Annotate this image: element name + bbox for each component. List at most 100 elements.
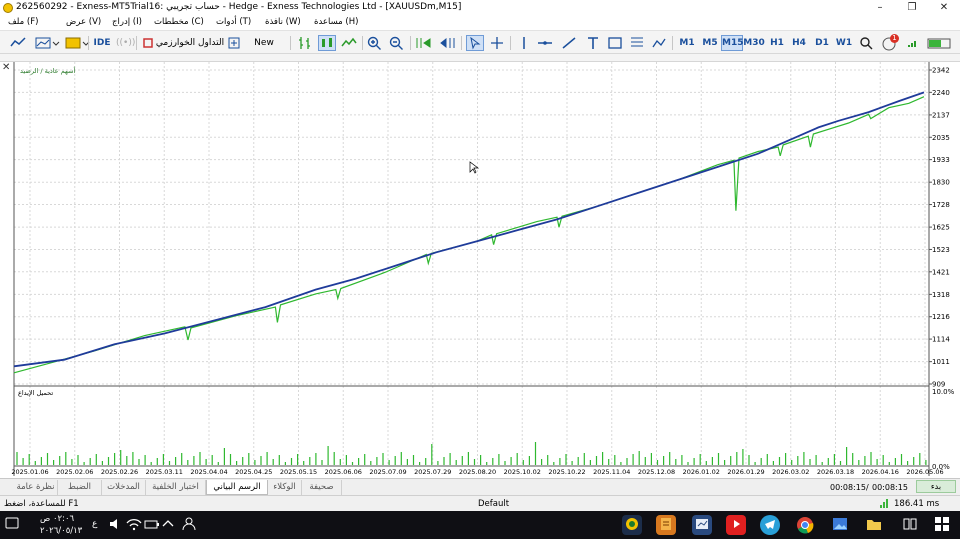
ide-button[interactable]: IDE [92, 35, 112, 51]
timeframe-h1[interactable]: H1 [766, 35, 788, 51]
x-tick-label: 2025.07.29 [414, 468, 451, 476]
x-tick-label: 2026.03.02 [772, 468, 809, 476]
volume-icon[interactable] [106, 515, 126, 535]
x-tick-label: 2025.02.26 [101, 468, 138, 476]
auto-scroll-icon[interactable] [414, 35, 434, 51]
wifi-signal-icon [906, 35, 920, 51]
cursor-icon[interactable] [466, 35, 484, 51]
candles-icon[interactable] [318, 35, 336, 51]
tester-app-icon[interactable] [692, 515, 712, 535]
line-chart-icon[interactable] [340, 35, 358, 51]
restore-button[interactable]: ❐ [896, 0, 928, 16]
clock-time[interactable]: ٠٢:٠٦ ص [40, 514, 74, 524]
crosshair-icon[interactable] [488, 35, 506, 51]
chevron-up-icon[interactable] [158, 515, 178, 535]
load-axis-max: 10.0% [932, 388, 955, 396]
chart-add-icon[interactable] [8, 35, 28, 51]
rectangle-tool-icon[interactable] [606, 35, 624, 51]
y-tick-label: 2035 [932, 134, 950, 142]
tab-settings[interactable]: الضبط [58, 480, 102, 495]
tab-backtest[interactable]: اختبار الخلفية [146, 480, 206, 495]
search-icon[interactable] [858, 35, 874, 51]
photos-app-icon[interactable] [830, 515, 850, 535]
telegram-app-icon[interactable] [760, 515, 780, 535]
x-tick-label: 2025.05.15 [280, 468, 317, 476]
chrome-app-icon[interactable] [795, 515, 815, 535]
bar-chart-icon[interactable] [296, 35, 314, 51]
signal-icon[interactable]: ((•)) [116, 35, 135, 51]
color-palette-icon[interactable] [64, 35, 90, 51]
tab-inputs[interactable]: المدخلات [102, 480, 146, 495]
menu-help[interactable]: مساعدة (H) [314, 17, 358, 27]
clock-date[interactable]: ٢٠٢٦/٠٥/١٣ [40, 526, 82, 536]
y-tick-label: 1318 [932, 291, 950, 299]
shapes-icon[interactable] [650, 35, 668, 51]
timeframe-m15[interactable]: M15 [721, 35, 743, 51]
timeframe-h4[interactable]: H4 [788, 35, 810, 51]
new-order-icon [228, 35, 240, 51]
vertical-line-icon[interactable] [516, 35, 532, 51]
horizontal-line-icon[interactable] [536, 35, 554, 51]
menu-file[interactable]: ملف (F) [8, 17, 38, 27]
timeframe-w1[interactable]: W1 [833, 35, 855, 51]
algo-trading-button[interactable]: التداول الخوارزمي [155, 35, 225, 51]
timeframe-m5[interactable]: M5 [699, 35, 721, 51]
tab-graph[interactable]: الرسم البياني [206, 480, 268, 495]
load-axis-min: 0.0% [932, 463, 950, 471]
menu-view[interactable]: عرض (V) [66, 17, 101, 27]
timeframe-m30[interactable]: M30 [743, 35, 765, 51]
time-axis: 2025.01.06 2025.02.06 2025.02.26 2025.03.11… [11, 468, 943, 476]
x-tick-label: 2025.03.11 [146, 468, 183, 476]
help-hint: للمساعدة، اضغط F1 [4, 499, 79, 509]
fibonacci-icon[interactable] [628, 35, 646, 51]
new-order-button[interactable]: New Order [241, 35, 287, 64]
tab-agents[interactable]: الوكلاء [268, 480, 302, 495]
notifications-icon[interactable] [2, 515, 22, 535]
start-button[interactable]: بدء [916, 480, 956, 493]
elapsed-time: 00:08:15 [830, 483, 866, 492]
y-tick-label: 2137 [932, 111, 950, 119]
menu-window[interactable]: نافذة (W) [265, 17, 301, 27]
profile-name[interactable]: Default [478, 499, 509, 509]
windows-start-icon[interactable] [932, 515, 952, 535]
x-tick-label: 2026.01.02 [683, 468, 720, 476]
close-button[interactable]: ✕ [928, 0, 960, 16]
trendline-icon[interactable] [560, 35, 578, 51]
tab-overview[interactable]: نظرة عامة [14, 480, 58, 495]
deposit-load-bars [16, 442, 927, 465]
x-tick-label: 2026.04.16 [862, 468, 899, 476]
chart-type-icon[interactable] [34, 35, 60, 51]
chart-legend: أسهم عادية / الرصيد [20, 66, 75, 75]
connection-status-icon [926, 35, 954, 51]
people-icon[interactable] [180, 515, 200, 535]
text-tool-icon[interactable] [584, 35, 602, 51]
status-bar: للمساعدة، اضغط F1 Default 186.41 ms [0, 495, 960, 511]
x-tick-label: 2025.11.04 [593, 468, 630, 476]
menu-tools[interactable]: أدوات (T) [216, 17, 251, 27]
task-view-icon[interactable] [900, 515, 920, 535]
x-tick-label: 2025.02.06 [56, 468, 93, 476]
sub-toolbar [0, 54, 960, 62]
zoom-out-icon[interactable] [388, 35, 406, 51]
menu-insert[interactable]: إدراج (I) [112, 17, 142, 27]
youtube-app-icon[interactable] [726, 515, 746, 535]
zoom-in-icon[interactable] [366, 35, 384, 51]
y-tick-label: 1933 [932, 156, 950, 164]
language-indicator[interactable]: ع [92, 519, 97, 529]
balance-equity-chart[interactable]: 9091011111412161318142115231625172818301… [0, 62, 960, 478]
timeframe-d1[interactable]: D1 [811, 35, 833, 51]
metaeditor-app-icon[interactable] [656, 515, 676, 535]
tab-journal[interactable]: صحيفة [302, 480, 342, 495]
network-icon[interactable] [124, 515, 144, 535]
close-chart-icon[interactable]: ✕ [2, 63, 12, 73]
file-explorer-icon[interactable] [864, 515, 884, 535]
chart-shift-icon[interactable] [438, 35, 458, 51]
title-bar[interactable]: 262560292 - Exness-MT5Trial16: حساب تجري… [0, 0, 960, 16]
mt5-app-icon[interactable] [622, 515, 642, 535]
y-tick-label: 1216 [932, 313, 950, 321]
minimize-button[interactable]: – [864, 0, 896, 16]
timeframe-m1[interactable]: M1 [676, 35, 698, 51]
notification-badge: 1 [890, 34, 899, 43]
menu-charts[interactable]: مخططات (C) [154, 17, 204, 27]
time-separator: / [866, 483, 869, 492]
